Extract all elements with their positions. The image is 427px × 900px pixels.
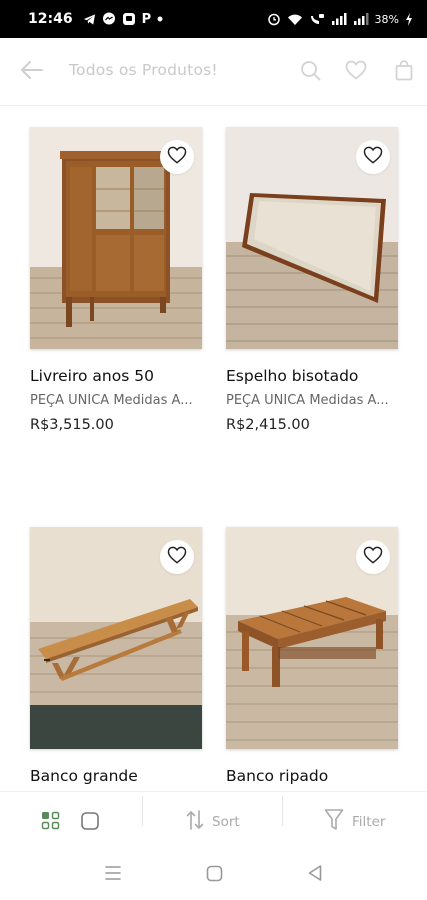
app-header: Todos os Produtos!	[0, 38, 427, 106]
product-image[interactable]	[30, 127, 202, 349]
bottom-toolbar: Sort Filter	[0, 791, 427, 847]
single-view-icon	[81, 812, 99, 830]
single-view-button[interactable]	[80, 811, 100, 835]
filter-label: Filter	[352, 814, 386, 830]
filter-icon	[324, 808, 344, 836]
grid-view-icon	[41, 811, 60, 830]
heart-icon	[167, 546, 187, 568]
alarm-icon	[267, 12, 281, 26]
grid-view-button[interactable]	[40, 810, 62, 836]
toolbar-divider	[142, 796, 143, 826]
cart-button[interactable]	[392, 59, 416, 85]
product-card[interactable]: Banco grande	[30, 527, 202, 791]
product-card[interactable]: Banco ripado	[226, 527, 398, 791]
favorite-button[interactable]	[160, 140, 194, 174]
status-system-icons: 38%	[267, 12, 413, 26]
sort-button[interactable]: Sort	[186, 809, 240, 835]
chat-app-icon	[122, 12, 136, 26]
product-description: PEÇA ÚNICA Medidas A...	[226, 393, 389, 408]
home-button[interactable]	[203, 864, 225, 886]
product-description: PEÇA ÚNICA Medidas A...	[30, 393, 193, 408]
shopping-bag-icon	[395, 59, 413, 85]
wifi-icon	[287, 13, 303, 26]
favorite-button[interactable]	[160, 540, 194, 574]
telegram-icon	[83, 13, 96, 26]
heart-icon	[363, 146, 383, 168]
wishlist-button[interactable]	[344, 60, 368, 84]
sort-label: Sort	[212, 814, 240, 830]
favorite-button[interactable]	[356, 540, 390, 574]
heart-icon	[345, 60, 367, 84]
status-notification-icons: P	[83, 12, 164, 27]
product-image[interactable]	[30, 527, 202, 749]
filter-button[interactable]: Filter	[324, 808, 385, 836]
view-toggle	[40, 810, 100, 836]
signal-icon	[353, 13, 369, 25]
search-icon	[300, 60, 321, 85]
product-price: R$2,415.00	[226, 417, 310, 433]
recent-apps-icon	[104, 865, 122, 885]
battery-charging-icon	[405, 12, 413, 26]
recent-apps-button[interactable]	[102, 864, 124, 886]
signal-icon	[331, 13, 347, 25]
back-button[interactable]	[18, 58, 46, 86]
search-button[interactable]	[298, 60, 322, 84]
product-title[interactable]: Espelho bisotado	[226, 367, 358, 385]
battery-level: 38%	[374, 12, 399, 26]
product-card[interactable]: Espelho bisotado PEÇA ÚNICA Medidas A...…	[226, 127, 398, 467]
dot-icon	[157, 16, 163, 22]
status-bar: 12:46 P 38%	[0, 0, 427, 38]
heart-icon	[167, 146, 187, 168]
p-app-icon: P	[141, 11, 152, 27]
home-icon	[206, 865, 223, 886]
product-title[interactable]: Banco grande	[30, 767, 138, 785]
system-nav-bar	[0, 847, 427, 900]
system-back-button[interactable]	[304, 864, 326, 886]
product-image[interactable]	[226, 527, 398, 749]
sort-icon	[186, 809, 204, 835]
product-card[interactable]: Livreiro anos 50 PEÇA ÚNICA Medidas A...…	[30, 127, 202, 467]
product-price: R$3,515.00	[30, 417, 114, 433]
back-arrow-icon	[20, 60, 44, 84]
favorite-button[interactable]	[356, 140, 390, 174]
page-title: Todos os Produtos!	[69, 61, 218, 79]
back-icon	[307, 864, 323, 886]
product-image[interactable]	[226, 127, 398, 349]
volte-icon	[309, 13, 325, 25]
product-title[interactable]: Livreiro anos 50	[30, 367, 154, 385]
status-time: 12:46	[28, 11, 73, 27]
messenger-icon	[102, 12, 116, 26]
heart-icon	[363, 546, 383, 568]
toolbar-divider	[282, 796, 283, 826]
product-title[interactable]: Banco ripado	[226, 767, 328, 785]
